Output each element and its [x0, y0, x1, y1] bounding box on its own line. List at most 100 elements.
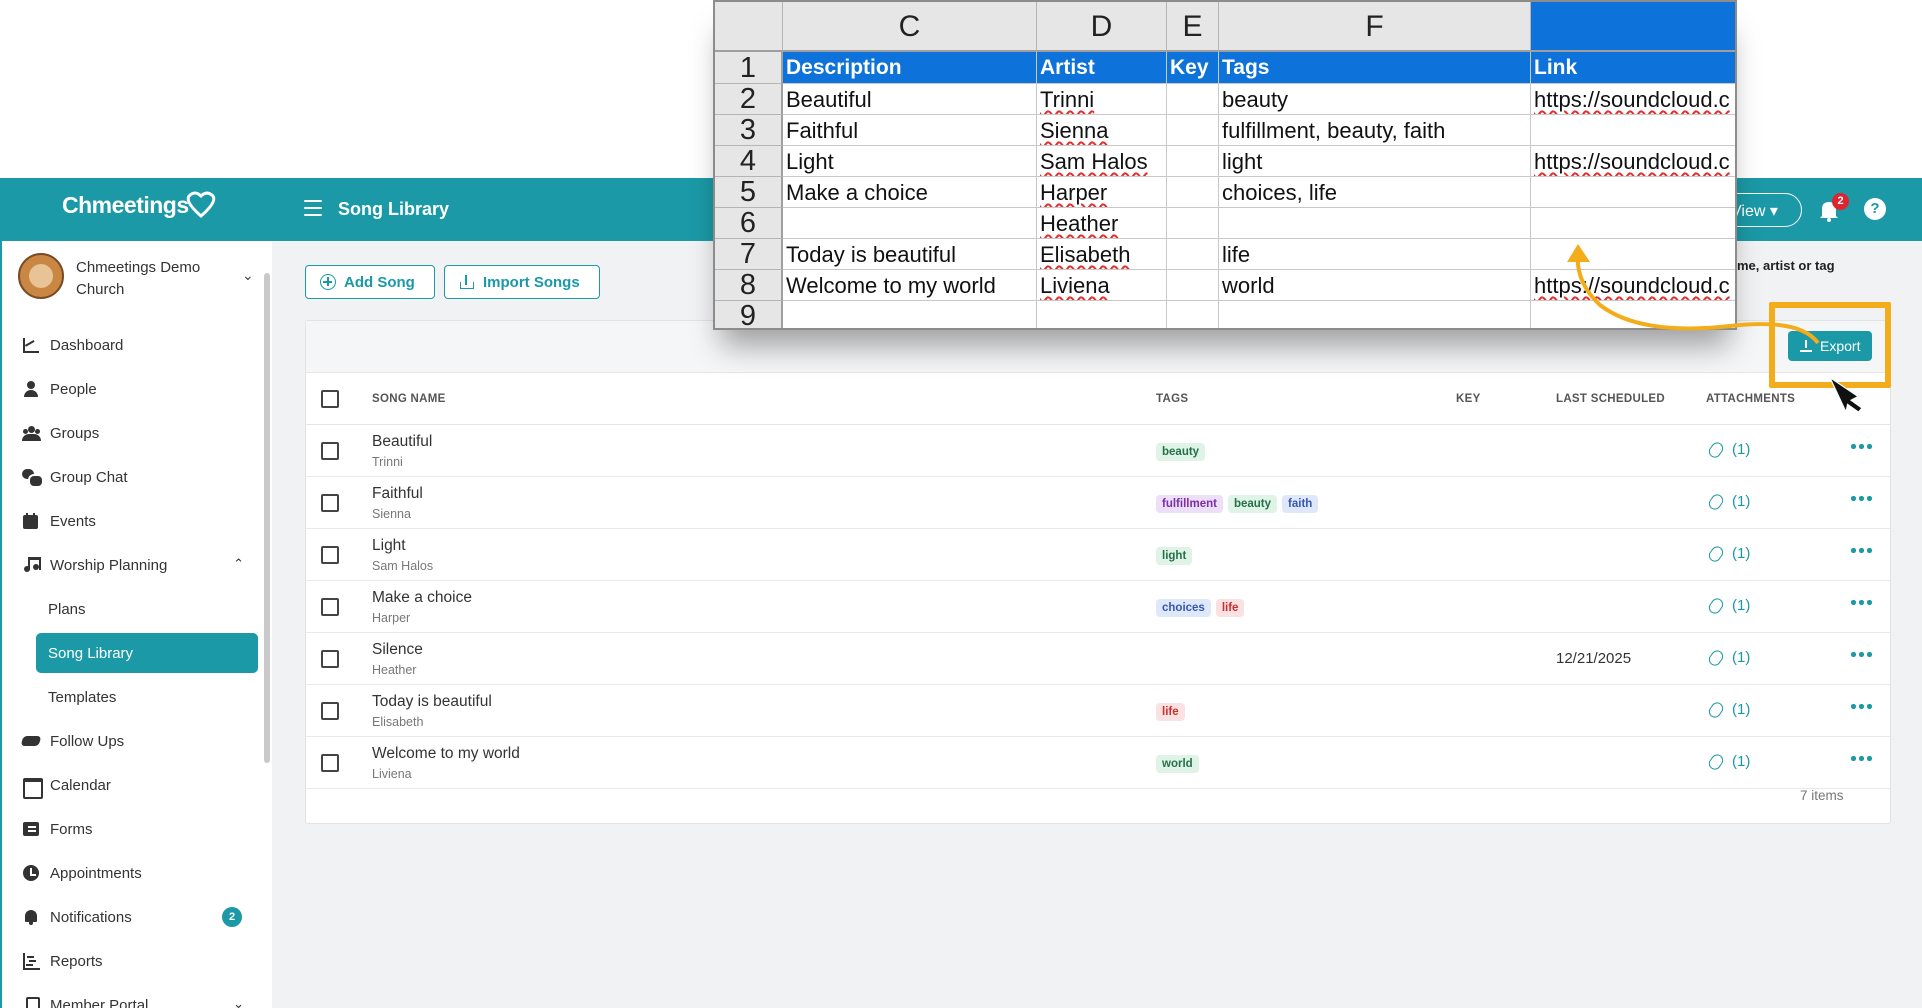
sheet-cell[interactable]: light	[1219, 146, 1531, 177]
sheet-row-header[interactable]: 1	[715, 52, 783, 84]
sheet-header-cell[interactable]: Key	[1167, 52, 1219, 84]
sidebar-item-dashboard[interactable]: Dashboard	[2, 323, 264, 367]
more-options-icon[interactable]	[1851, 442, 1873, 450]
more-options-icon[interactable]	[1851, 546, 1873, 554]
song-name[interactable]: Today is beautiful	[372, 693, 492, 711]
sidebar-scrollbar[interactable]	[264, 273, 270, 763]
sheet-cell[interactable]: Harper	[1037, 177, 1167, 208]
sheet-cell[interactable]: https://soundcloud.c	[1531, 84, 1735, 115]
sheet-cell[interactable]	[1167, 84, 1219, 115]
attachments-link[interactable]: (1)	[1706, 491, 1750, 512]
song-name[interactable]: Faithful	[372, 485, 423, 503]
sheet-cell[interactable]	[1167, 115, 1219, 146]
col-key[interactable]: KEY	[1456, 393, 1481, 405]
sheet-cell[interactable]: beauty	[1219, 84, 1531, 115]
table-row[interactable]: Silence Heather 12/21/2025 (1)	[306, 633, 1890, 685]
more-options-icon[interactable]	[1851, 650, 1873, 658]
sidebar-item-worship-planning[interactable]: Worship Planning ⌃	[2, 543, 264, 587]
sheet-cell[interactable]: Beautiful	[783, 84, 1037, 115]
sheet-cell[interactable]: Make a choice	[783, 177, 1037, 208]
sheet-column-header[interactable]: F	[1219, 2, 1531, 52]
sheet-cell[interactable]: Welcome to my world	[783, 270, 1037, 301]
sidebar-item-group-chat[interactable]: Group Chat	[2, 455, 264, 499]
sheet-cell[interactable]: Light	[783, 146, 1037, 177]
sheet-row-header[interactable]: 5	[715, 177, 783, 208]
sidebar-item-templates[interactable]: Templates	[2, 675, 264, 719]
col-attachments[interactable]: ATTACHMENTS	[1706, 393, 1795, 405]
sheet-cell[interactable]	[1531, 301, 1735, 328]
add-song-button[interactable]: Add Song	[305, 265, 435, 299]
more-options-icon[interactable]	[1851, 754, 1873, 762]
sheet-cell[interactable]	[1037, 301, 1167, 328]
sheet-cell[interactable]	[1531, 208, 1735, 239]
sheet-row-header[interactable]: 6	[715, 208, 783, 239]
sheet-cell[interactable]	[1167, 208, 1219, 239]
search-placeholder[interactable]: me, artist or tag	[1737, 258, 1835, 273]
sheet-cell[interactable]: life	[1219, 239, 1531, 270]
menu-icon[interactable]	[304, 200, 322, 216]
sheet-cell[interactable]	[1531, 239, 1735, 270]
sidebar-item-groups[interactable]: Groups	[2, 411, 264, 455]
row-checkbox[interactable]	[321, 546, 339, 564]
attachments-link[interactable]: (1)	[1706, 543, 1750, 564]
sheet-header-cell[interactable]: Tags	[1219, 52, 1531, 84]
select-all-checkbox[interactable]	[321, 390, 339, 408]
sheet-cell[interactable]	[1531, 115, 1735, 146]
row-checkbox[interactable]	[321, 702, 339, 720]
attachments-link[interactable]: (1)	[1706, 595, 1750, 616]
app-logo[interactable]: Chmeetings	[62, 192, 189, 219]
sheet-column-header[interactable]: E	[1167, 2, 1219, 52]
attachments-link[interactable]: (1)	[1706, 647, 1750, 668]
sheet-cell[interactable]	[783, 208, 1037, 239]
sheet-cell[interactable]: world	[1219, 270, 1531, 301]
sheet-cell[interactable]: Faithful	[783, 115, 1037, 146]
sheet-cell[interactable]: Elisabeth	[1037, 239, 1167, 270]
church-selector[interactable]: Chmeetings Demo Church ⌄	[18, 253, 258, 305]
song-name[interactable]: Make a choice	[372, 589, 472, 607]
sheet-cell[interactable]	[1219, 208, 1531, 239]
attachments-link[interactable]: (1)	[1706, 439, 1750, 460]
sheet-cell[interactable]: Sienna	[1037, 115, 1167, 146]
attachments-link[interactable]: (1)	[1706, 699, 1750, 720]
sheet-cell[interactable]	[1219, 301, 1531, 328]
sheet-cell[interactable]: Heather	[1037, 208, 1167, 239]
more-options-icon[interactable]	[1851, 702, 1873, 710]
sheet-cell[interactable]: https://soundcloud.c	[1531, 270, 1735, 301]
sheet-column-header[interactable]: D	[1037, 2, 1167, 52]
table-row[interactable]: Beautiful Trinni beauty (1)	[306, 425, 1890, 477]
sidebar-item-events[interactable]: Events	[2, 499, 264, 543]
help-icon[interactable]: ?	[1864, 198, 1886, 220]
table-row[interactable]: Faithful Sienna fulfillment beauty faith (1)	[306, 477, 1890, 529]
sidebar-item-member-portal[interactable]: Member Portal ⌄	[2, 983, 264, 1008]
import-songs-button[interactable]: Import Songs	[444, 265, 600, 299]
sheet-column-header[interactable]	[1531, 2, 1735, 52]
col-tags[interactable]: TAGS	[1156, 393, 1188, 405]
sheet-cell[interactable]: Liviena	[1037, 270, 1167, 301]
sheet-cell[interactable]	[1167, 177, 1219, 208]
sheet-row-header[interactable]: 2	[715, 84, 783, 115]
table-row[interactable]: Light Sam Halos light (1)	[306, 529, 1890, 581]
row-checkbox[interactable]	[321, 598, 339, 616]
song-name[interactable]: Beautiful	[372, 433, 432, 451]
sidebar-item-forms[interactable]: Forms	[2, 807, 264, 851]
sheet-row-header[interactable]: 4	[715, 146, 783, 177]
sheet-cell[interactable]	[1167, 270, 1219, 301]
sheet-cell[interactable]	[1531, 177, 1735, 208]
sidebar-item-notifications[interactable]: Notifications 2	[2, 895, 264, 939]
sheet-header-cell[interactable]: Description	[783, 52, 1037, 84]
more-options-icon[interactable]	[1851, 598, 1873, 606]
col-last-scheduled[interactable]: LAST SCHEDULED	[1556, 393, 1665, 405]
sheet-cell[interactable]: fulfillment, beauty, faith	[1219, 115, 1531, 146]
table-row[interactable]: Make a choice Harper choices life (1)	[306, 581, 1890, 633]
sidebar-item-people[interactable]: People	[2, 367, 264, 411]
song-name[interactable]: Welcome to my world	[372, 745, 520, 763]
sheet-cell[interactable]: choices, life	[1219, 177, 1531, 208]
row-checkbox[interactable]	[321, 494, 339, 512]
sidebar-item-appointments[interactable]: Appointments	[2, 851, 264, 895]
song-name[interactable]: Light	[372, 537, 406, 555]
sidebar-item-reports[interactable]: Reports	[2, 939, 264, 983]
sidebar-item-plans[interactable]: Plans	[2, 587, 264, 631]
sheet-cell[interactable]: Sam Halos	[1037, 146, 1167, 177]
sheet-row-header[interactable]: 8	[715, 270, 783, 301]
sidebar-item-song-library[interactable]: Song Library	[36, 633, 258, 673]
